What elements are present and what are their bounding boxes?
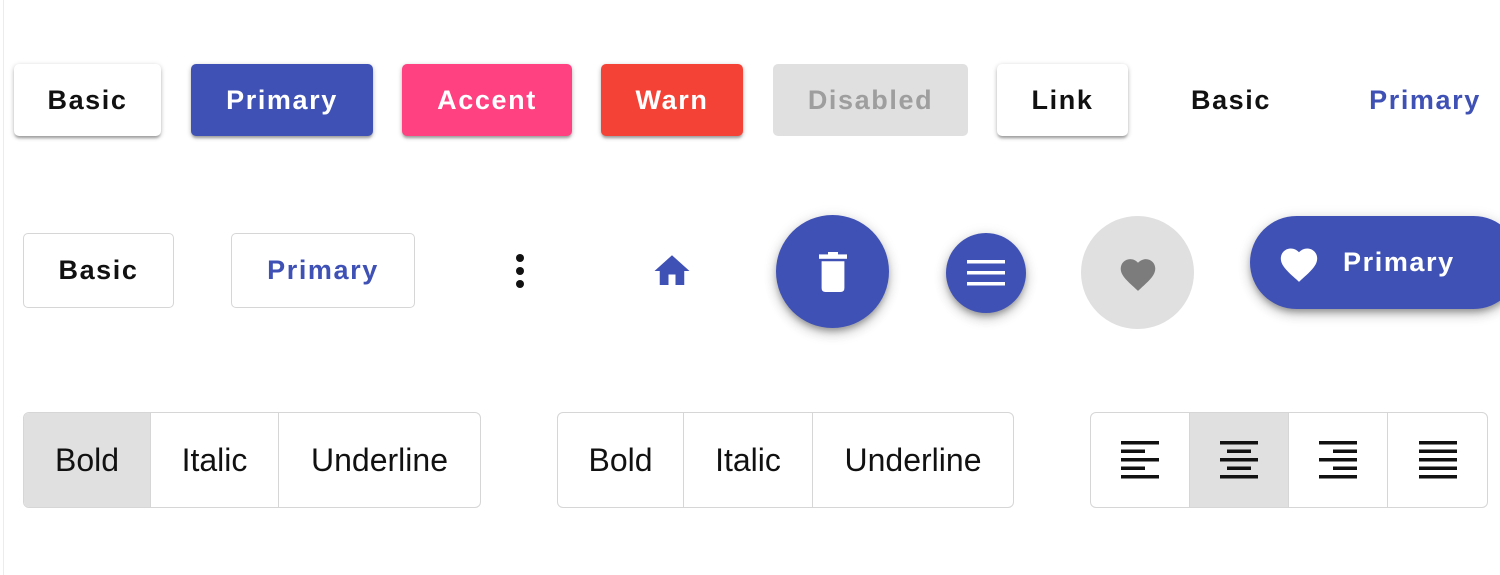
delete-icon: [818, 251, 847, 292]
raised-primary-button[interactable]: Primary: [191, 64, 373, 136]
text-format-toggle-group-2: Bold Italic Underline: [557, 412, 1014, 508]
raised-disabled-button: Disabled: [773, 64, 968, 136]
toggle-align-center[interactable]: [1189, 413, 1288, 507]
toggle-bold[interactable]: Bold: [24, 413, 150, 507]
text-align-toggle-group: [1090, 412, 1488, 508]
more-vert-icon: [516, 254, 524, 288]
raised-warn-button[interactable]: Warn: [601, 64, 743, 136]
extended-fab-primary[interactable]: Primary: [1250, 216, 1500, 309]
more-button[interactable]: [490, 241, 550, 301]
flat-basic-button[interactable]: Basic: [1160, 64, 1302, 136]
extended-fab-label: Primary: [1343, 247, 1455, 277]
page-left-edge: [3, 0, 4, 575]
toggle-align-left[interactable]: [1091, 413, 1189, 507]
format-align-left-icon: [1121, 441, 1159, 479]
toggle-underline[interactable]: Underline: [278, 413, 480, 507]
flat-primary-button[interactable]: Primary: [1345, 64, 1500, 136]
toggle-italic[interactable]: Italic: [150, 413, 278, 507]
format-align-justify-icon: [1418, 441, 1457, 479]
toggle-align-right[interactable]: [1288, 413, 1387, 507]
format-align-right-icon: [1319, 441, 1357, 479]
favorite-fab-disabled: [1081, 216, 1194, 329]
format-align-center-icon: [1220, 441, 1258, 479]
toggle-align-justify[interactable]: [1387, 413, 1487, 507]
home-button[interactable]: [642, 241, 702, 301]
toggle-underline[interactable]: Underline: [812, 413, 1013, 507]
favorite-icon: [1280, 247, 1318, 282]
raised-link-button[interactable]: Link: [997, 64, 1128, 136]
delete-fab[interactable]: [776, 215, 889, 328]
raised-accent-button[interactable]: Accent: [402, 64, 572, 136]
toggle-italic[interactable]: Italic: [683, 413, 812, 507]
stroked-primary-button[interactable]: Primary: [231, 233, 415, 308]
toggle-bold[interactable]: Bold: [558, 413, 683, 507]
menu-icon: [967, 260, 1005, 286]
favorite-icon: [1120, 258, 1155, 291]
raised-basic-button[interactable]: Basic: [14, 64, 161, 136]
menu-fab[interactable]: [946, 233, 1026, 313]
text-format-toggle-group-1: Bold Italic Underline: [23, 412, 481, 508]
stroked-basic-button[interactable]: Basic: [23, 233, 174, 308]
home-icon: [654, 255, 690, 285]
